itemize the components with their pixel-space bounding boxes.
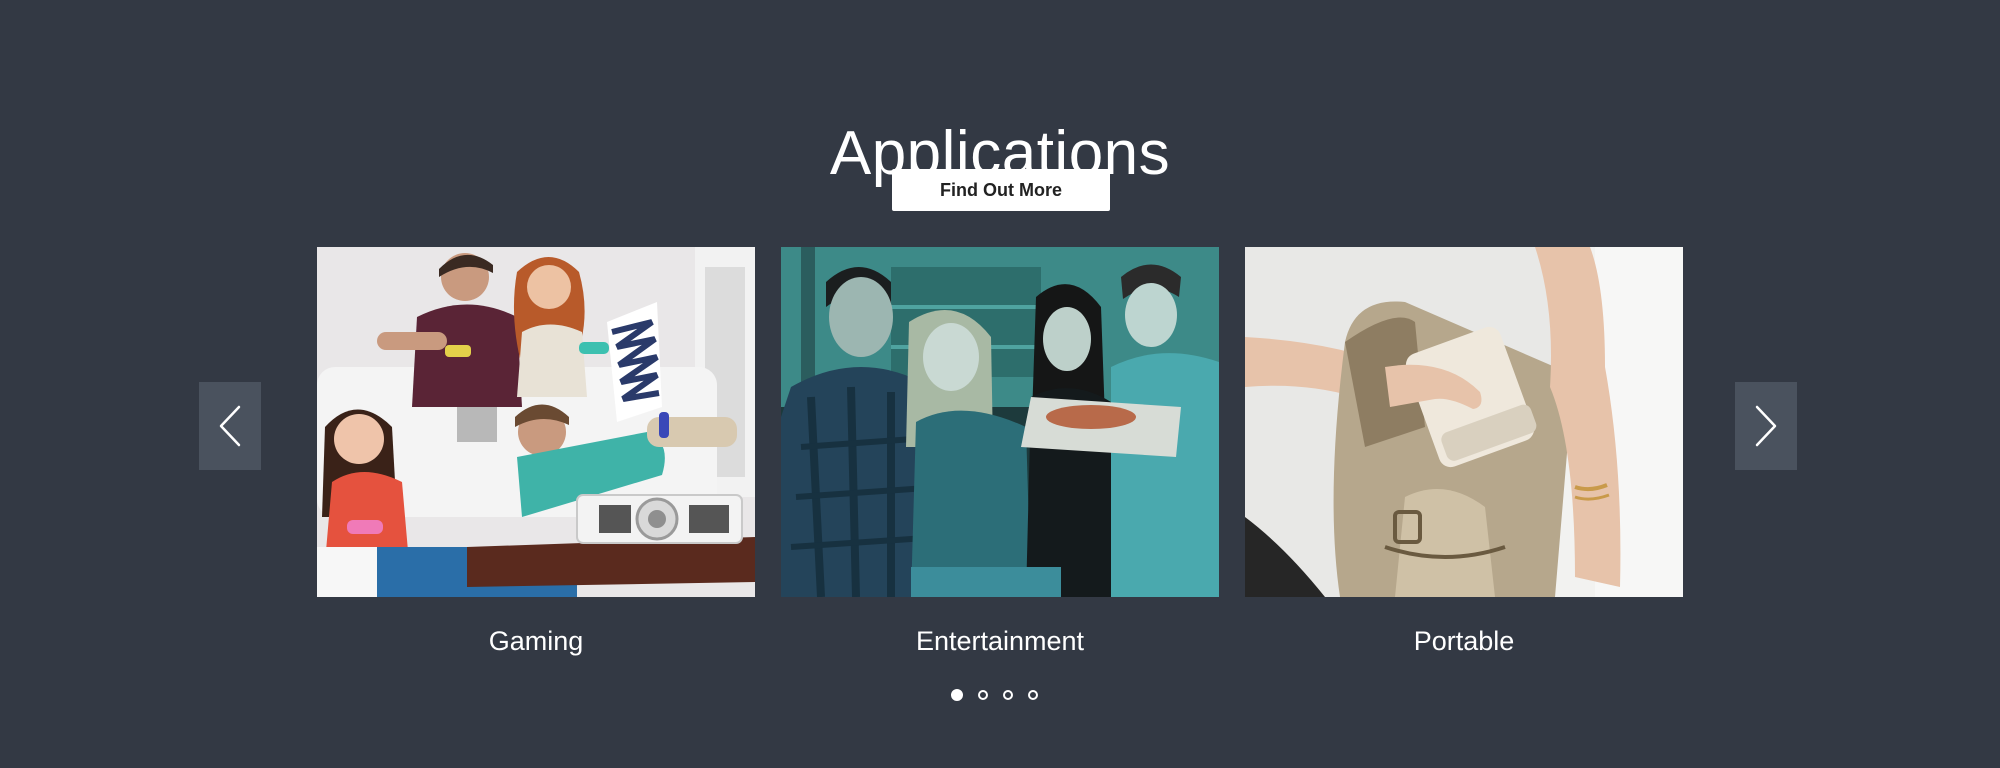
application-card-portable[interactable]: Portable: [1245, 247, 1683, 657]
pagination-dot-1[interactable]: [951, 689, 963, 701]
card-caption-gaming: Gaming: [488, 626, 584, 656]
card-caption-portable: Portable: [1413, 626, 1515, 656]
carousel-prev-button[interactable]: [199, 382, 261, 470]
chevron-right-icon: [1755, 405, 1777, 447]
pagination-dot-3[interactable]: [1003, 690, 1013, 700]
carousel-next-button[interactable]: [1735, 382, 1797, 470]
entertainment-photo[interactable]: [781, 247, 1219, 597]
find-out-more-button[interactable]: Find Out More: [892, 169, 1110, 211]
application-card-gaming[interactable]: Gaming: [317, 247, 755, 657]
carousel-pagination: [951, 689, 1038, 701]
portable-photo[interactable]: [1245, 247, 1683, 597]
chevron-left-icon: [219, 405, 241, 447]
pagination-dot-4[interactable]: [1028, 690, 1038, 700]
pagination-dot-2[interactable]: [978, 690, 988, 700]
application-card-entertainment[interactable]: Entertainment: [781, 247, 1219, 657]
gaming-photo[interactable]: [317, 247, 755, 597]
card-caption-entertainment: Entertainment: [915, 626, 1085, 656]
